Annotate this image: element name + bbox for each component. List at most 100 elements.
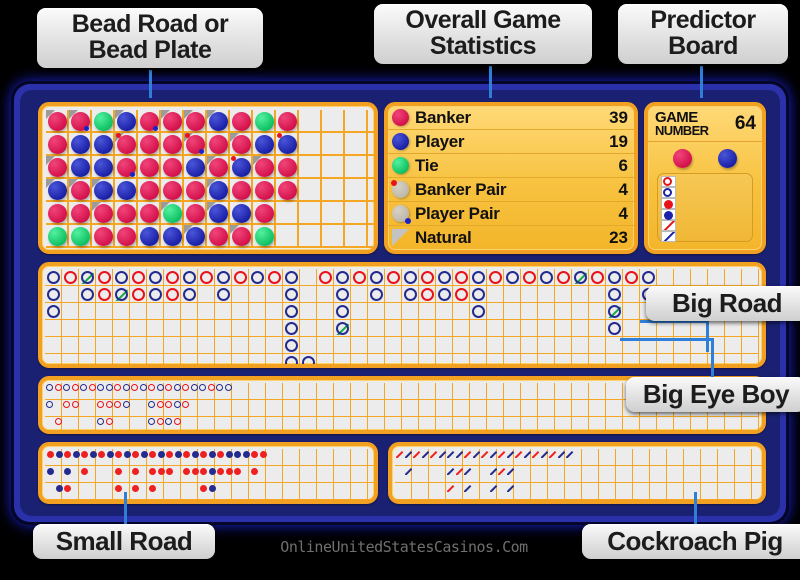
banker-bead-icon	[117, 204, 136, 223]
big-road-cell	[300, 303, 317, 320]
bead-player[interactable]	[207, 202, 230, 225]
big-eye-blue-ring	[139, 384, 147, 391]
bead-tie[interactable]	[161, 202, 184, 225]
bead-banker[interactable]	[138, 202, 161, 225]
bead-player[interactable]	[184, 225, 207, 248]
bead-banker[interactable]	[138, 156, 161, 179]
bead-banker[interactable]	[161, 179, 184, 202]
bead-banker[interactable]	[207, 156, 230, 179]
bead-road-panel[interactable]	[38, 102, 378, 254]
bead-banker[interactable]	[92, 202, 115, 225]
bead-banker[interactable]	[161, 110, 184, 133]
big-road-cell	[96, 337, 113, 354]
big-road-banker-ring	[47, 305, 60, 318]
bead-player[interactable]	[184, 156, 207, 179]
bead-banker[interactable]	[184, 202, 207, 225]
bead-player[interactable]	[230, 202, 253, 225]
bead-tie[interactable]	[92, 110, 115, 133]
bead-player[interactable]	[92, 179, 115, 202]
cockroach-blue-slash	[473, 450, 481, 458]
bead-player[interactable]	[207, 179, 230, 202]
bead-banker[interactable]	[92, 225, 115, 248]
bead-banker[interactable]	[138, 110, 161, 133]
bead-banker[interactable]	[46, 133, 69, 156]
cockroach-blue-slash	[507, 467, 515, 475]
bead-player[interactable]	[138, 225, 161, 248]
small-road-cell	[334, 483, 351, 500]
bead-player[interactable]	[69, 156, 92, 179]
big-eye-boy-cell	[589, 417, 606, 430]
big-eye-boy-cell	[555, 400, 572, 417]
banker-bead-icon	[117, 227, 136, 246]
big-eye-boy-cell	[589, 383, 606, 400]
bead-banker[interactable]	[115, 133, 138, 156]
big-road-cell	[538, 320, 555, 337]
big-road-cell	[198, 320, 215, 337]
big-road-cell	[351, 354, 368, 364]
bead-banker[interactable]	[230, 225, 253, 248]
bead-banker[interactable]	[138, 179, 161, 202]
bead-banker[interactable]	[253, 202, 276, 225]
bead-banker[interactable]	[46, 202, 69, 225]
bead-banker[interactable]	[230, 110, 253, 133]
bead-player[interactable]	[207, 110, 230, 133]
cockroach-pig-cell	[735, 500, 752, 504]
bead-banker[interactable]	[230, 179, 253, 202]
big-road-cell	[538, 337, 555, 354]
bead-banker[interactable]	[161, 133, 184, 156]
bead-player[interactable]	[92, 156, 115, 179]
small-road-cell	[79, 483, 96, 500]
small-road-red-dot	[251, 451, 258, 458]
predictor-player-dot-icon[interactable]	[718, 148, 737, 168]
bead-player[interactable]	[46, 179, 69, 202]
bead-banker[interactable]	[207, 133, 230, 156]
bead-banker[interactable]	[69, 110, 92, 133]
small-road-panel[interactable]	[38, 442, 378, 504]
bead-player[interactable]	[92, 133, 115, 156]
bead-banker[interactable]	[184, 179, 207, 202]
big-eye-boy-cell	[79, 400, 96, 417]
big-eye-boy-cell	[419, 400, 436, 417]
cockroach-pig-cell	[701, 500, 718, 504]
bead-banker[interactable]	[138, 133, 161, 156]
bead-tie[interactable]	[253, 225, 276, 248]
bead-banker[interactable]	[46, 110, 69, 133]
predictor-panel[interactable]: GAME NUMBER 64	[644, 102, 766, 254]
bead-tie[interactable]	[69, 225, 92, 248]
bead-banker[interactable]	[276, 179, 299, 202]
predictor-banker-dot-icon[interactable]	[673, 148, 692, 168]
bead-banker[interactable]	[253, 156, 276, 179]
bead-banker[interactable]	[276, 110, 299, 133]
bead-banker[interactable]	[184, 133, 207, 156]
bead-tie[interactable]	[253, 110, 276, 133]
bead-banker[interactable]	[69, 179, 92, 202]
bead-banker[interactable]	[230, 133, 253, 156]
bead-player[interactable]	[115, 179, 138, 202]
bead-player[interactable]	[230, 156, 253, 179]
bead-banker[interactable]	[46, 156, 69, 179]
big-road-cell	[368, 320, 385, 337]
bead-player[interactable]	[69, 133, 92, 156]
bead-banker[interactable]	[161, 156, 184, 179]
bead-banker[interactable]	[253, 179, 276, 202]
statistic-label: Banker	[415, 107, 471, 127]
bead-banker[interactable]	[69, 202, 92, 225]
cockroach-pig-cell	[531, 483, 548, 500]
bead-banker[interactable]	[184, 110, 207, 133]
bead-banker[interactable]	[276, 156, 299, 179]
big-road-player-ring	[591, 271, 604, 284]
bead-banker[interactable]	[115, 202, 138, 225]
statistic-label: Banker Pair	[415, 179, 507, 199]
bead-player[interactable]	[253, 133, 276, 156]
bead-player[interactable]	[115, 110, 138, 133]
bead-player[interactable]	[276, 133, 299, 156]
bead-tie[interactable]	[46, 225, 69, 248]
bead-player[interactable]	[161, 225, 184, 248]
bead-banker[interactable]	[115, 225, 138, 248]
predictor-legend-dot-red-icon	[661, 197, 676, 209]
bead-banker[interactable]	[207, 225, 230, 248]
cockroach-pig-panel[interactable]	[388, 442, 766, 504]
leader-big-eye	[711, 338, 714, 378]
cockroach-blue-slash	[447, 467, 455, 475]
bead-banker[interactable]	[115, 156, 138, 179]
